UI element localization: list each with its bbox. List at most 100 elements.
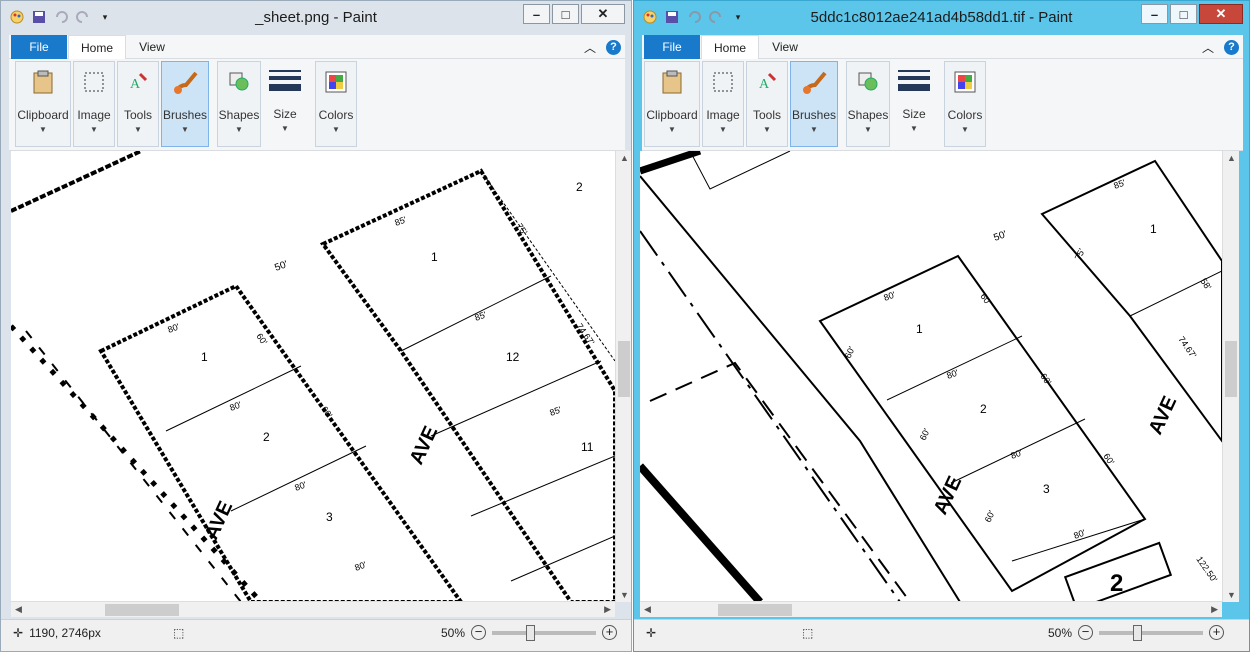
map-label-street-width: 50' [273, 259, 289, 274]
help-icon[interactable]: ? [1224, 40, 1239, 55]
group-size[interactable]: Size ▼ [263, 61, 307, 147]
ribbon-home: Clipboard ▼ Image ▼ A Tools ▼ Brushes ▼ Shap… [642, 59, 1243, 151]
zoom-out-button[interactable]: − [1078, 625, 1094, 640]
group-colors[interactable]: Colors ▼ [315, 61, 357, 147]
map-label-ave-right: AVE [406, 423, 443, 468]
dimension-label: 80' [353, 559, 368, 573]
size-icon [898, 65, 930, 97]
scroll-left-arrow[interactable]: ◀ [644, 604, 651, 615]
caption-buttons: – □ ✕ [523, 4, 625, 24]
group-clipboard[interactable]: Clipboard ▼ [644, 61, 700, 147]
shapes-icon [852, 66, 884, 98]
collapse-ribbon-icon[interactable]: ︿ [584, 39, 596, 56]
group-image[interactable]: Image ▼ [702, 61, 744, 147]
left-title-bar[interactable]: ▾ _sheet.png - Paint – □ ✕ [1, 1, 631, 33]
group-clipboard[interactable]: Clipboard ▼ [15, 61, 71, 147]
scroll-right-arrow[interactable]: ▶ [1211, 604, 1218, 615]
horizontal-scroll-thumb[interactable] [718, 604, 792, 616]
tab-home[interactable]: Home [68, 35, 126, 59]
map-label-ave: AVE [201, 498, 238, 543]
group-brushes[interactable]: Brushes ▼ [790, 61, 838, 147]
scroll-right-arrow[interactable]: ▶ [604, 604, 611, 615]
selection-size-icon: ⬚ [802, 626, 814, 640]
dimension-label: 75' [514, 221, 529, 237]
zoom-in-button[interactable]: + [1209, 625, 1225, 640]
group-colors[interactable]: Colors ▼ [944, 61, 986, 147]
shapes-icon [223, 66, 255, 98]
clipboard-icon [27, 66, 59, 98]
close-button[interactable]: ✕ [581, 4, 625, 24]
lot-number: 12 [506, 350, 520, 364]
dimension-label: 60' [843, 345, 857, 360]
right-title-bar[interactable]: ▾ 5ddc1c8012ae241ad4b58dd1.tif - Paint –… [634, 1, 1249, 33]
vertical-scrollbar[interactable]: ▲ ▼ [1222, 151, 1239, 602]
group-shapes[interactable]: Shapes ▼ [846, 61, 890, 147]
collapse-ribbon-icon[interactable]: ︿ [1202, 39, 1214, 56]
dimension-label: 60' [978, 291, 993, 307]
help-icon[interactable]: ? [606, 40, 621, 55]
maximize-button[interactable]: □ [552, 4, 579, 24]
horizontal-scrollbar[interactable]: ◀ ▶ [11, 601, 615, 617]
vertical-scroll-thumb[interactable] [1225, 341, 1237, 397]
group-tools[interactable]: A Tools ▼ [117, 61, 159, 147]
status-bar: ✛ ⬚ 50% − + [634, 619, 1249, 651]
scroll-left-arrow[interactable]: ◀ [15, 604, 22, 615]
group-brushes[interactable]: Brushes ▼ [161, 61, 209, 147]
zoom-slider[interactable] [492, 624, 597, 641]
minimize-button[interactable]: – [523, 4, 550, 24]
lot-number: 11 [581, 440, 594, 454]
zoom-level: 50% [1048, 625, 1073, 640]
lot-number: 2 [1110, 570, 1123, 597]
drawing-canvas[interactable]: 50' AVE AVE 1 2 3 1 12 11 2 80' 80' 80' … [11, 151, 615, 602]
drawing-canvas[interactable]: 50' AVE AVE 1 2 3 1 2 80' 80' 80' 80' 60… [640, 151, 1222, 602]
tab-file[interactable]: File [644, 35, 700, 59]
lot-number: 3 [1043, 482, 1050, 496]
zoom-out-button[interactable]: − [471, 625, 487, 640]
scroll-down-arrow[interactable]: ▼ [620, 590, 629, 600]
group-image[interactable]: Image ▼ [73, 61, 115, 147]
brush-icon [169, 66, 201, 98]
svg-text:A: A [130, 77, 141, 92]
lot-number: 1 [201, 350, 208, 364]
vertical-scrollbar[interactable]: ▲ ▼ [615, 151, 631, 602]
zoom-level: 50% [441, 625, 466, 640]
horizontal-scrollbar[interactable]: ◀ ▶ [640, 601, 1222, 617]
minimize-button[interactable]: – [1141, 4, 1168, 24]
scroll-up-arrow[interactable]: ▲ [1227, 153, 1236, 163]
zoom-control: 50% − + [441, 624, 618, 641]
map-label-street-width: 50' [992, 229, 1008, 244]
zoom-slider[interactable] [1099, 624, 1204, 641]
zoom-control: 50% − + [1048, 624, 1225, 641]
ribbon-tabs: File Home View ︿? [9, 35, 625, 59]
dimension-label: 80' [293, 479, 308, 493]
scroll-down-arrow[interactable]: ▼ [1227, 590, 1236, 600]
map-label-ave-left: AVE [930, 473, 967, 518]
zoom-in-button[interactable]: + [602, 625, 618, 640]
close-button[interactable]: ✕ [1199, 4, 1243, 24]
crosshair-icon: ✛ [646, 626, 657, 640]
colors-icon [949, 66, 981, 98]
group-tools[interactable]: A Tools ▼ [746, 61, 788, 147]
select-icon [78, 66, 110, 98]
tab-file[interactable]: File [11, 35, 67, 59]
tab-home[interactable]: Home [701, 35, 759, 59]
tab-view[interactable]: View [129, 35, 175, 59]
vertical-scroll-thumb[interactable] [618, 341, 630, 397]
dimension-label: 122.50' [1194, 554, 1219, 584]
group-size[interactable]: Size ▼ [892, 61, 936, 147]
lot-number: 1 [431, 250, 438, 264]
dimension-label: 85' [548, 404, 563, 418]
dimension-label: 80' [228, 399, 243, 413]
dimension-label: 80' [945, 367, 960, 381]
scroll-up-arrow[interactable]: ▲ [620, 153, 629, 163]
dimension-label: 80' [166, 321, 181, 335]
svg-text:A: A [759, 77, 770, 92]
maximize-button[interactable]: □ [1170, 4, 1197, 24]
group-shapes[interactable]: Shapes ▼ [217, 61, 261, 147]
tab-view[interactable]: View [762, 35, 808, 59]
horizontal-scroll-thumb[interactable] [105, 604, 179, 616]
dimension-label: 60' [1101, 451, 1116, 467]
lot-number: 1 [1150, 222, 1157, 236]
lot-number: 2 [263, 430, 270, 444]
lot-number: 2 [576, 180, 583, 194]
